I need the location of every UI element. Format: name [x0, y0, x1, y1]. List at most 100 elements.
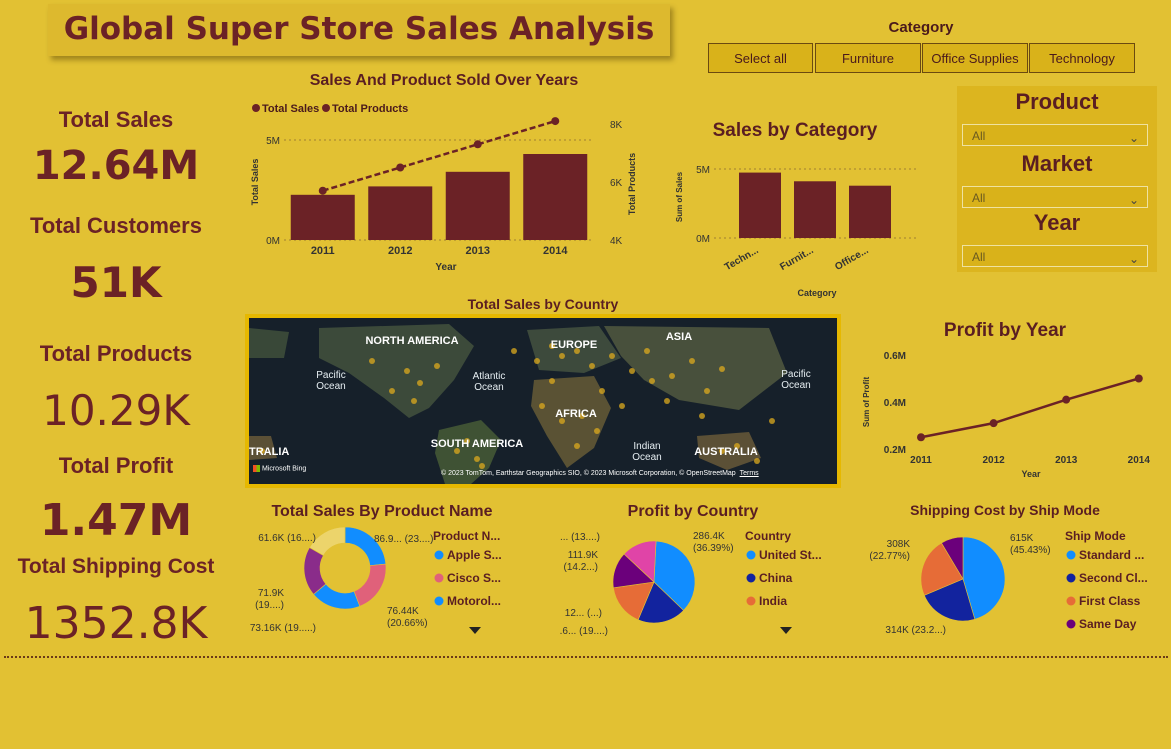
legend-item: China — [759, 571, 793, 585]
map-label-pacific-right: Pacific Ocean — [766, 369, 826, 391]
map-label-south-america: SOUTH AMERICA — [430, 438, 524, 450]
map-sales-dot — [704, 388, 710, 394]
point-total-products — [318, 186, 327, 195]
legend-item: India — [759, 594, 787, 608]
map-sales-dot — [389, 388, 395, 394]
map-label-indian-line2: Ocean — [632, 452, 662, 463]
total-products-label: Total Products — [39, 341, 193, 366]
bar-category-sales — [794, 181, 836, 238]
microsoft-logo-icon — [253, 465, 260, 472]
category-select-all-button[interactable]: Select all — [708, 43, 813, 73]
point-profit — [917, 433, 925, 442]
map-label-pacific-right-line1: Pacific — [781, 369, 811, 380]
map-sales-dot — [619, 403, 625, 409]
x-tick-label: 2011 — [910, 455, 932, 466]
map-sales-dot — [404, 368, 410, 374]
legend-dot — [746, 573, 756, 583]
product-dropdown[interactable]: All ⌄ — [962, 124, 1148, 146]
total-profit-label: Total Profit — [58, 453, 174, 478]
map-sales-dot — [664, 398, 670, 404]
market-dropdown-value: All — [972, 191, 986, 205]
point-profit — [1062, 395, 1071, 404]
legend-total-sales-dot — [252, 104, 260, 112]
map-label-pacific-right-line2: Ocean — [781, 380, 811, 391]
profit-by-year-title: Profit by Year — [943, 320, 1067, 341]
shipping-by-mode-chart[interactable]: 615K(45.43%) 314K (23.2...) 308K(22.77%) Sh… — [860, 522, 1160, 647]
map-copyright: © 2023 TomTom, Earthstar Geographics SIO… — [441, 470, 759, 477]
map-label-europe: EUROPE — [550, 339, 598, 351]
data-label-pct: (22.77%) — [869, 551, 910, 562]
map-sales-dot — [644, 348, 650, 354]
x-tick-label: 2011 — [311, 245, 335, 257]
line-profit — [920, 377, 1140, 439]
y2-tick-label: 6K — [610, 178, 623, 189]
total-profit-value: 1.47M — [39, 495, 193, 546]
map-sales-dot — [411, 398, 417, 404]
profit-by-year-chart[interactable]: 0.2M 0.4M 0.6M 2011 2012 2013 2014 Year Sum of P… — [855, 342, 1155, 482]
category-office-supplies-button[interactable]: Office Supplies — [922, 43, 1028, 73]
category-furniture-button[interactable]: Furniture — [815, 43, 921, 73]
legend-dot — [1066, 573, 1076, 583]
total-sales-label: Total Sales — [58, 107, 174, 132]
data-label-pct: (20.66%) — [387, 618, 428, 629]
legend-title: Country — [745, 529, 791, 543]
market-dropdown[interactable]: All ⌄ — [962, 186, 1148, 208]
sales-by-product-chart[interactable]: 86.9... (23....) 76.44K(20.66%) 73.16K (19… — [248, 522, 518, 647]
sales-products-chart[interactable]: Total Sales Total Products 0M 5M 4K 6K 8K 2011 2… — [244, 92, 644, 277]
sales-by-category-chart[interactable]: 0M5MTechn... Furnit... Office...CategorySu… — [668, 145, 928, 305]
total-shipping-label: Total Shipping Cost — [17, 555, 215, 578]
data-label-pct: (45.43%) — [1010, 545, 1051, 556]
line-total-products — [322, 119, 556, 192]
bar-total-sales — [523, 154, 588, 240]
category-technology-button[interactable]: Technology — [1029, 43, 1135, 73]
total-sales-value: 12.64M — [32, 143, 200, 189]
sales-by-product-title: Total Sales By Product Name — [271, 503, 493, 520]
x-tick-label: Techn... — [723, 245, 761, 273]
data-label: 109.... (13....) — [560, 532, 600, 543]
legend-dot — [434, 550, 444, 560]
legend-total-products-dot — [322, 104, 330, 112]
legend-item: Same Day — [1079, 617, 1137, 631]
y2-tick-label: 4K — [610, 236, 623, 247]
sales-products-chart-title: Sales And Product Sold Over Years — [309, 72, 579, 89]
map-sales-dot — [474, 456, 480, 462]
map-sales-dot — [769, 418, 775, 424]
total-customers-value: 51K — [70, 258, 162, 307]
x-tick-label: 2013 — [466, 245, 490, 257]
y-axis-label: Sum of Profit — [862, 377, 871, 428]
map-sales-dot — [699, 413, 705, 419]
y-tick-label: 0M — [696, 234, 710, 245]
map-title: Total Sales by Country — [467, 296, 619, 312]
legend-item: First Class — [1079, 594, 1141, 608]
map-sales-dot — [589, 363, 595, 369]
map-sales-dot — [369, 358, 375, 364]
x-axis-label: Year — [1021, 469, 1041, 479]
data-label: 286.4K — [693, 531, 725, 542]
map-sales-dot — [549, 378, 555, 384]
point-total-products — [551, 117, 560, 126]
section-divider — [4, 656, 1168, 658]
map-sales-dot — [534, 358, 540, 364]
map-sales-dot — [719, 366, 725, 372]
profit-by-country-chart[interactable]: 286.4K(36.39%) 150.6... (19....) 12... (..… — [560, 522, 830, 647]
year-dropdown[interactable]: All ⌄ — [962, 245, 1148, 267]
legend-item: Cisco S... — [447, 571, 501, 585]
map-sales-dot — [479, 463, 485, 469]
scroll-down-icon[interactable] — [469, 627, 481, 634]
data-label-pct: (19....) — [255, 600, 284, 611]
sales-map[interactable]: NORTH AMERICA EUROPE ASIA Pacific Ocean A… — [249, 318, 837, 484]
bar-category-sales — [849, 185, 891, 238]
map-sales-dot — [669, 373, 675, 379]
map-terms-link[interactable]: Terms — [740, 470, 759, 477]
scroll-down-icon[interactable] — [780, 627, 792, 634]
x-axis-label: Year — [435, 262, 456, 273]
map-label-pacific-left-line1: Pacific — [316, 370, 346, 381]
product-filter-title: Product — [1015, 89, 1099, 114]
map-sales-dot — [609, 353, 615, 359]
sales-by-category-title: Sales by Category — [712, 120, 878, 141]
x-tick-label: 2012 — [388, 245, 412, 257]
bing-label: Microsoft Bing — [261, 465, 307, 473]
data-label: 76.44K — [387, 606, 419, 617]
legend-item: Second Cl... — [1079, 571, 1148, 585]
bar-total-sales — [445, 171, 510, 240]
